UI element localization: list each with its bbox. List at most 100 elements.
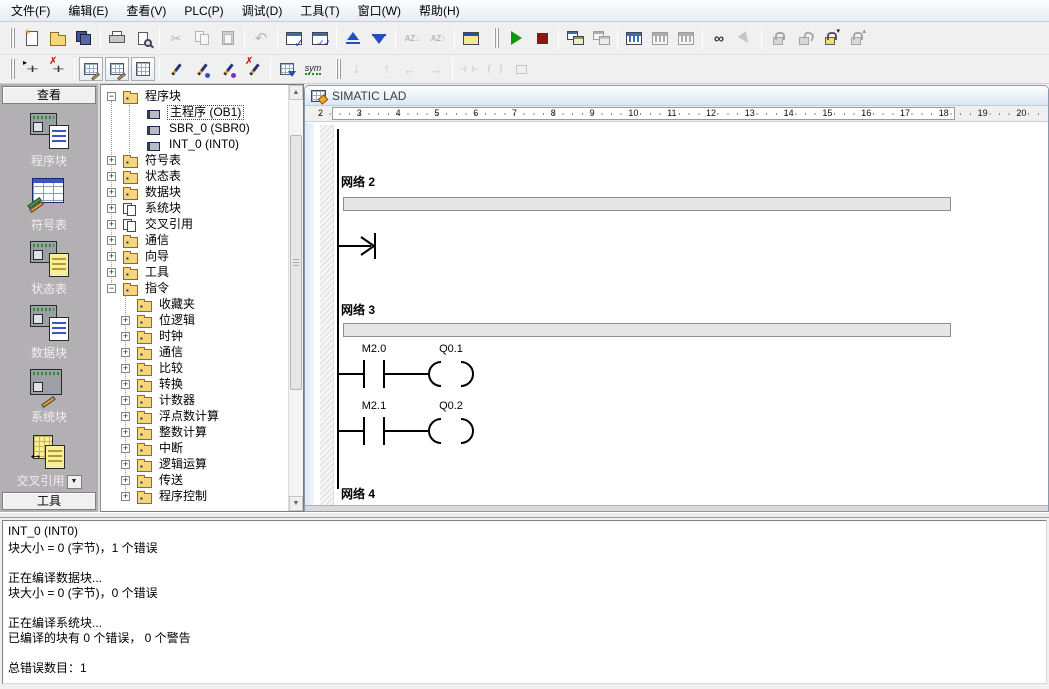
- options-icon[interactable]: [459, 26, 483, 50]
- tree-item-comm-instructions[interactable]: +▪通信: [101, 345, 288, 361]
- expand-icon[interactable]: +: [107, 220, 116, 229]
- menu-plc[interactable]: PLC(P): [175, 1, 232, 21]
- tree-item-convert[interactable]: +▪转换: [101, 377, 288, 393]
- expand-icon[interactable]: +: [121, 316, 130, 325]
- expand-icon[interactable]: +: [121, 492, 130, 501]
- save-all-icon[interactable]: [72, 26, 96, 50]
- insert-row-icon[interactable]: [164, 57, 188, 81]
- expand-icon[interactable]: +: [107, 268, 116, 277]
- expand-icon[interactable]: +: [107, 204, 116, 213]
- tree-item-favorites[interactable]: ▪收藏夹: [101, 297, 288, 313]
- expand-icon[interactable]: +: [107, 236, 116, 245]
- expand-icon[interactable]: +: [121, 380, 130, 389]
- menu-view[interactable]: 查看(V): [117, 0, 175, 22]
- print-icon[interactable]: [105, 26, 129, 50]
- menu-file[interactable]: 文件(F): [2, 0, 59, 22]
- empty-network-arrow[interactable]: [337, 229, 393, 263]
- expand-icon[interactable]: +: [107, 172, 116, 181]
- expand-icon[interactable]: +: [121, 412, 130, 421]
- expand-icon[interactable]: +: [107, 188, 116, 197]
- menu-debug[interactable]: 调试(D): [233, 0, 292, 22]
- tree-item-clock[interactable]: +▪时钟: [101, 329, 288, 345]
- dropdown-arrow-icon[interactable]: ▼: [67, 475, 82, 489]
- expand-icon[interactable]: +: [121, 460, 130, 469]
- compile-output[interactable]: INT_0 (INT0)块大小 = 0 (字节)，1 个错误 正在编译数据块..…: [2, 520, 1047, 684]
- print-preview-icon[interactable]: [131, 26, 155, 50]
- program-view-toggle-icon[interactable]: [79, 57, 103, 81]
- tree-item-floating-point-math[interactable]: +▪浮点数计算: [101, 409, 288, 425]
- tree-item-counters[interactable]: +▪计数器: [101, 393, 288, 409]
- expand-icon[interactable]: +: [121, 428, 130, 437]
- compile-all-icon[interactable]: ✓✓: [308, 26, 332, 50]
- tree-item-logical-operations[interactable]: +▪逻辑运算: [101, 457, 288, 473]
- menu-tools[interactable]: 工具(T): [291, 0, 348, 22]
- sidebar-item-data-block[interactable]: 数据块: [0, 298, 98, 362]
- expand-icon[interactable]: +: [107, 252, 116, 261]
- delete-column-icon[interactable]: ✗: [242, 57, 266, 81]
- tree-item-program-control[interactable]: +▪程序控制: [101, 489, 288, 505]
- symbol-info-toggle-icon[interactable]: [105, 57, 129, 81]
- network-comment-box[interactable]: [343, 323, 951, 337]
- compile-icon[interactable]: ✓: [282, 26, 306, 50]
- upload-icon[interactable]: [341, 26, 365, 50]
- pou-comment-toggle-icon[interactable]: [131, 57, 155, 81]
- download-icon[interactable]: [367, 26, 391, 50]
- goto-network-icon[interactable]: ⊣⊢▸: [20, 57, 44, 81]
- tree-item-tools[interactable]: +▪工具: [101, 265, 288, 281]
- sym-toggle-icon[interactable]: sym: [301, 57, 325, 81]
- sidebar-item-program-block[interactable]: 程序块: [0, 106, 98, 170]
- view-bar-header[interactable]: 查看: [2, 86, 96, 104]
- tree-item-bit-logic[interactable]: +▪位逻辑: [101, 313, 288, 329]
- open-icon[interactable]: [46, 26, 70, 50]
- tree-item-interrupt[interactable]: +▪中断: [101, 441, 288, 457]
- no-contact[interactable]: [337, 417, 429, 445]
- lad-title-bar[interactable]: SIMATIC LAD: [305, 86, 1048, 106]
- expand-icon[interactable]: +: [107, 156, 116, 165]
- stop-icon[interactable]: [530, 26, 554, 50]
- menu-window[interactable]: 窗口(W): [349, 0, 410, 22]
- delete-row-icon[interactable]: [216, 57, 240, 81]
- read-all-forced-icon[interactable]: ▾: [818, 26, 842, 50]
- scrollbar-thumb[interactable]: [290, 135, 302, 390]
- menu-help[interactable]: 帮助(H): [410, 0, 469, 22]
- apply-symbols-icon[interactable]: [275, 57, 299, 81]
- tree-item-symbol-table[interactable]: +▪符号表: [101, 153, 288, 169]
- tree-item-program-block[interactable]: −▪程序块: [101, 89, 288, 105]
- expand-icon[interactable]: +: [121, 476, 130, 485]
- expand-icon[interactable]: +: [121, 396, 130, 405]
- scroll-up-icon[interactable]: ▲: [289, 85, 303, 100]
- run-icon[interactable]: [504, 26, 528, 50]
- sidebar-item-cross-reference[interactable]: ↔交叉引用▼: [0, 426, 98, 490]
- output-coil[interactable]: [429, 362, 473, 386]
- tree-item-wizards[interactable]: +▪向导: [101, 249, 288, 265]
- tree-item-cross-reference[interactable]: +交叉引用: [101, 217, 288, 233]
- tree-item-move[interactable]: +▪传送: [101, 473, 288, 489]
- output-coil[interactable]: [429, 419, 473, 443]
- tree-item-compare[interactable]: +▪比较: [101, 361, 288, 377]
- sidebar-item-status-chart[interactable]: 状态表: [0, 234, 98, 298]
- chart-status-icon[interactable]: [622, 26, 646, 50]
- scroll-down-icon[interactable]: ▼: [289, 496, 303, 511]
- sidebar-item-symbol-table[interactable]: 符号表: [0, 170, 98, 234]
- program-status-icon[interactable]: [563, 26, 587, 50]
- lad-canvas[interactable]: 网络 2 网络 3 M2.0 Q0.1: [305, 123, 1048, 505]
- tree-item-integer-math[interactable]: +▪整数计算: [101, 425, 288, 441]
- tools-bar-header[interactable]: 工具: [2, 492, 96, 510]
- tree-item-data-block[interactable]: +▪数据块: [101, 185, 288, 201]
- collapse-icon[interactable]: −: [107, 92, 116, 101]
- expand-icon[interactable]: +: [121, 348, 130, 357]
- status-monitor-icon[interactable]: ∞: [707, 26, 731, 50]
- menu-edit[interactable]: 编辑(E): [59, 0, 117, 22]
- collapse-icon[interactable]: −: [107, 284, 116, 293]
- tree-item-instructions[interactable]: −▪指令: [101, 281, 288, 297]
- expand-icon[interactable]: +: [121, 364, 130, 373]
- insert-column-icon[interactable]: [190, 57, 214, 81]
- expand-icon[interactable]: +: [121, 444, 130, 453]
- network-comment-box[interactable]: [343, 197, 951, 211]
- tree-item-status-chart[interactable]: +▪状态表: [101, 169, 288, 185]
- remove-network-icon[interactable]: ⊣⊢✗: [46, 57, 70, 81]
- new-icon[interactable]: ✶: [20, 26, 44, 50]
- sidebar-item-system-block[interactable]: 系统块: [0, 362, 98, 426]
- no-contact[interactable]: [337, 360, 429, 388]
- tree-scrollbar[interactable]: ▲ ▼: [288, 85, 303, 511]
